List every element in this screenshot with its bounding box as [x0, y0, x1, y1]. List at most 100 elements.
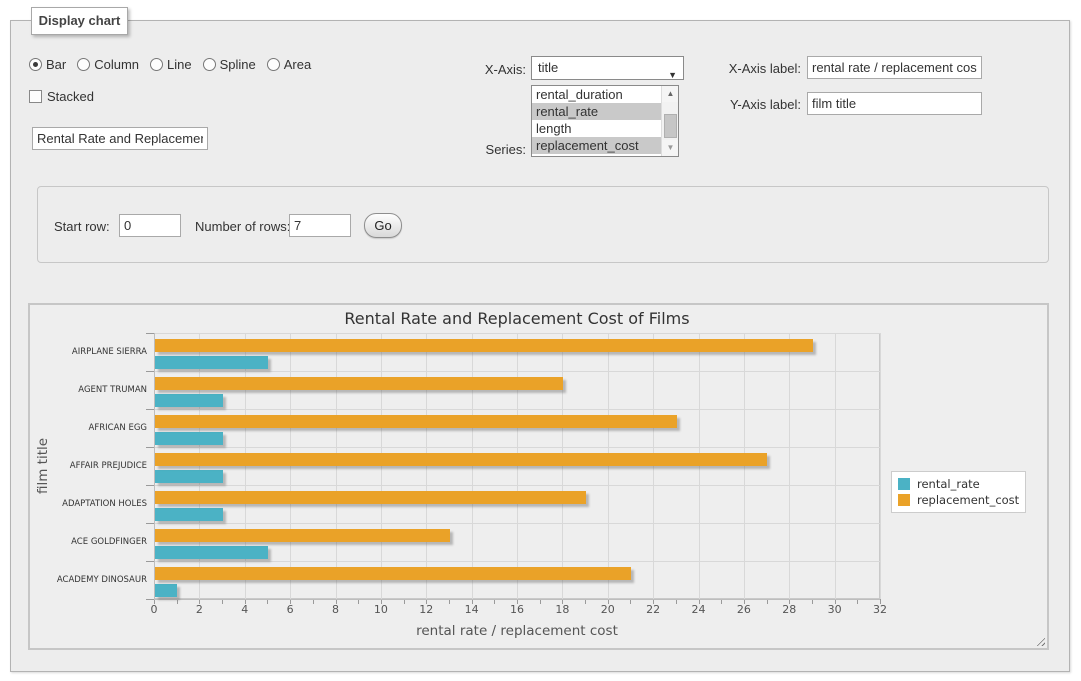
chart-type-radio-area[interactable]: Area — [267, 57, 311, 72]
category-label: ADAPTATION HOLES — [40, 499, 147, 509]
legend-swatch — [898, 478, 910, 490]
stacked-label: Stacked — [47, 89, 94, 104]
resize-handle-icon[interactable] — [1034, 635, 1045, 646]
x-tick-label: 14 — [457, 603, 487, 616]
gridline — [154, 561, 880, 562]
bar-replacement_cost — [155, 339, 813, 352]
start-row-label: Start row: — [54, 219, 110, 234]
x-tick-label: 20 — [593, 603, 623, 616]
chevron-down-icon: ▼ — [668, 64, 677, 86]
series-option-length[interactable]: length — [532, 120, 661, 137]
category-label: ACE GOLDFINGER — [40, 537, 147, 547]
y-tick-mark — [146, 485, 154, 486]
y-tick-mark — [146, 599, 154, 600]
num-rows-input[interactable] — [289, 214, 351, 237]
gridline — [472, 333, 473, 599]
gridline — [517, 333, 518, 599]
x-tick-label: 26 — [729, 603, 759, 616]
y-axis-title: film title — [35, 386, 51, 546]
chart-type-radio-line[interactable]: Line — [150, 57, 192, 72]
x-axis-select-value: title — [538, 60, 558, 75]
y-tick-mark — [146, 371, 154, 372]
gridline — [744, 333, 745, 599]
bar-replacement_cost — [155, 567, 631, 580]
y-tick-mark — [146, 447, 154, 448]
series-option-rental_duration[interactable]: rental_duration — [532, 86, 661, 103]
chart-type-radio-column[interactable]: Column — [77, 57, 139, 72]
scrollbar-thumb[interactable] — [664, 114, 677, 138]
gridline — [426, 333, 427, 599]
scroll-up-icon[interactable]: ▲ — [662, 86, 679, 102]
chart-title: Rental Rate and Replacement Cost of Film… — [154, 309, 880, 328]
category-label: ACADEMY DINOSAUR — [40, 575, 147, 585]
x-axis-label-input[interactable] — [807, 56, 982, 79]
gridline — [880, 333, 881, 599]
start-row-input[interactable] — [119, 214, 181, 237]
radio-label: Area — [284, 57, 311, 72]
y-tick-mark — [146, 561, 154, 562]
legend-label: rental_rate — [917, 477, 980, 491]
gridline — [336, 333, 337, 599]
stacked-checkbox[interactable] — [29, 90, 42, 103]
gridline — [154, 523, 880, 524]
x-axis-select-label: X-Axis: — [461, 62, 526, 77]
x-tick-label: 12 — [411, 603, 441, 616]
listbox-scrollbar[interactable]: ▲ ▼ — [661, 86, 678, 156]
chart-type-radio-bar[interactable]: Bar — [29, 57, 66, 72]
bar-replacement_cost — [155, 377, 563, 390]
y-tick-mark — [146, 409, 154, 410]
radio-icon[interactable] — [203, 58, 216, 71]
legend-item: rental_rate — [898, 476, 1019, 492]
y-axis-label-input[interactable] — [807, 92, 982, 115]
radio-icon[interactable] — [150, 58, 163, 71]
radio-icon[interactable] — [267, 58, 280, 71]
chart-type-radio-group: Bar Column Line Spline Area — [29, 57, 311, 72]
gridline — [245, 333, 246, 599]
series-label: Series: — [461, 142, 526, 157]
series-option-replacement_cost[interactable]: replacement_cost — [532, 137, 661, 154]
bar-rental_rate — [155, 394, 223, 407]
radio-label: Bar — [46, 57, 66, 72]
radio-label: Line — [167, 57, 192, 72]
x-tick-label: 30 — [820, 603, 850, 616]
y-tick-mark — [146, 333, 154, 334]
gridline — [789, 333, 790, 599]
x-tick-label: 24 — [684, 603, 714, 616]
bar-rental_rate — [155, 546, 268, 559]
y-axis-field-label: Y-Axis label: — [716, 97, 801, 112]
gridline — [154, 409, 880, 410]
gridline — [154, 371, 880, 372]
chart-title-input[interactable] — [32, 127, 208, 150]
category-label: AFFAIR PREJUDICE — [40, 461, 147, 471]
x-tick-label: 32 — [865, 603, 895, 616]
x-tick-label: 28 — [774, 603, 804, 616]
gridline — [562, 333, 563, 599]
display-chart-panel: Display chart BarColumnLineSplineArea St… — [10, 20, 1070, 672]
x-axis-line — [154, 599, 880, 600]
series-listbox[interactable]: rental_durationrental_ratelengthreplacem… — [531, 85, 679, 157]
chart-type-radio-spline[interactable]: Spline — [203, 57, 256, 72]
stacked-checkbox-row: Stacked — [29, 89, 94, 104]
bar-rental_rate — [155, 432, 223, 445]
x-tick-label: 6 — [275, 603, 305, 616]
panel-title: Display chart — [31, 7, 128, 35]
radio-icon[interactable] — [77, 58, 90, 71]
radio-icon[interactable] — [29, 58, 42, 71]
category-label: AGENT TRUMAN — [40, 385, 147, 395]
legend-label: replacement_cost — [917, 493, 1019, 507]
x-tick-label: 0 — [139, 603, 169, 616]
series-option-rental_rate[interactable]: rental_rate — [532, 103, 661, 120]
bar-replacement_cost — [155, 491, 586, 504]
bar-rental_rate — [155, 584, 177, 597]
gridline — [154, 333, 880, 334]
gridline — [608, 333, 609, 599]
gridline — [154, 447, 880, 448]
y-tick-mark — [146, 523, 154, 524]
go-button[interactable]: Go — [364, 213, 402, 238]
legend-item: replacement_cost — [898, 492, 1019, 508]
bar-replacement_cost — [155, 453, 767, 466]
x-tick-label: 8 — [321, 603, 351, 616]
radio-label: Column — [94, 57, 139, 72]
x-axis-select[interactable]: title ▼ — [531, 56, 684, 80]
scroll-down-icon[interactable]: ▼ — [662, 140, 679, 156]
